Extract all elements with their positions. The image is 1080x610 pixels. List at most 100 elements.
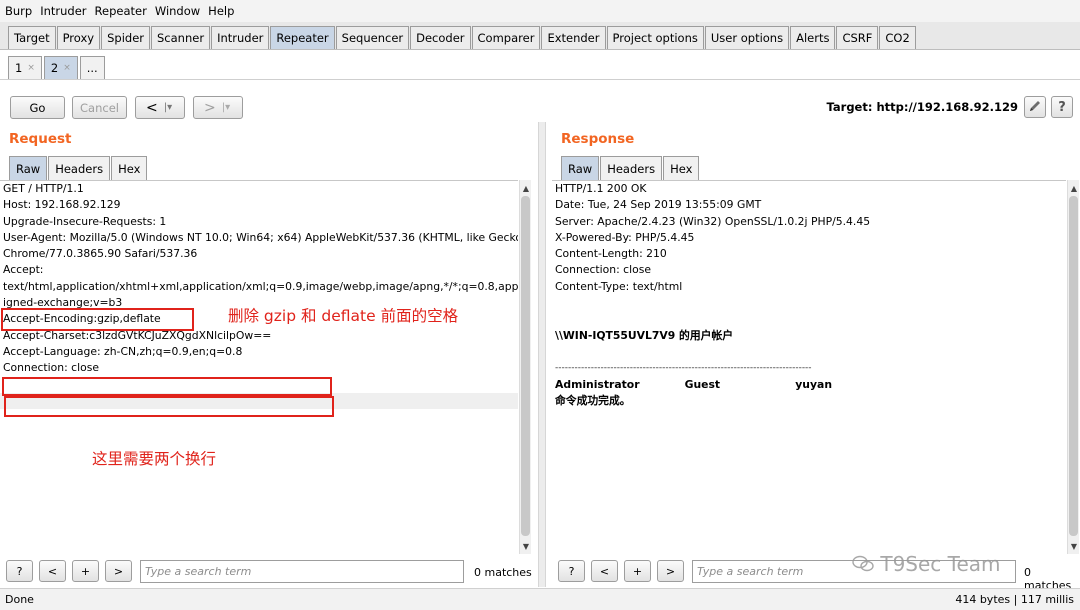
- target-label: Target: http://192.168.92.129: [826, 100, 1018, 114]
- request-line: Upgrade-Insecure-Requests: 1: [3, 214, 167, 228]
- response-line: Content-Length: 210: [555, 247, 667, 261]
- menu-repeater[interactable]: Repeater: [95, 4, 147, 18]
- tab-extender[interactable]: Extender: [541, 26, 606, 49]
- status-bar: Done 414 bytes | 117 millis: [0, 588, 1080, 610]
- scroll-down-icon[interactable]: ▼: [1068, 540, 1080, 552]
- menu-window[interactable]: Window: [155, 4, 200, 18]
- response-line: Server: Apache/2.4.23 (Win32) OpenSSL/1.…: [555, 214, 871, 228]
- edit-target-button[interactable]: [1024, 96, 1046, 118]
- response-title: Response: [561, 131, 635, 147]
- response-line: ----------------------------------------…: [555, 363, 812, 374]
- tab-scanner[interactable]: Scanner: [151, 26, 211, 49]
- back-button[interactable]: < |▾: [135, 96, 185, 119]
- chevron-left-icon: <: [146, 99, 158, 116]
- wechat-icon: [852, 552, 880, 576]
- annotation-box-newline-2: [4, 396, 334, 417]
- watermark: T9Sec Team: [852, 552, 1001, 576]
- request-line: GET / HTTP/1.1: [3, 182, 84, 195]
- response-line: Administrator Guest yuyan: [555, 377, 833, 391]
- cancel-button[interactable]: Cancel: [72, 96, 127, 119]
- response-line: 命令成功完成。: [555, 393, 631, 407]
- tab-repeater[interactable]: Repeater: [270, 26, 335, 49]
- go-button[interactable]: Go: [10, 96, 65, 119]
- response-stats: 414 bytes | 117 millis: [955, 593, 1074, 606]
- scroll-down-icon[interactable]: ▼: [520, 540, 532, 552]
- status-text: Done: [5, 593, 34, 606]
- close-icon[interactable]: ×: [27, 63, 35, 73]
- request-view-tabs: Raw Headers Hex: [9, 156, 148, 180]
- annotation-two-newlines: 这里需要两个换行: [92, 450, 217, 468]
- request-line: text/html,application/xhtml+xml,applicat…: [3, 279, 518, 293]
- tab-alerts[interactable]: Alerts: [790, 26, 836, 49]
- response-scrollbar[interactable]: ▲ ▼: [1067, 180, 1079, 554]
- response-line: \\WIN-IQT55UVL7V9 的用户帐户: [555, 328, 734, 342]
- tab-project-options[interactable]: Project options: [606, 26, 704, 49]
- tab-comparer[interactable]: Comparer: [471, 26, 541, 49]
- scroll-up-icon[interactable]: ▲: [1068, 182, 1080, 194]
- response-line: [552, 295, 1066, 311]
- main-tabs: Target Proxy Spider Scanner Intruder Rep…: [0, 22, 1080, 50]
- forward-button[interactable]: > |▾: [193, 96, 243, 119]
- annotation-box-encoding: [1, 308, 194, 331]
- request-match-count: 0 matches: [474, 566, 532, 579]
- response-tab-headers[interactable]: Headers: [600, 156, 663, 180]
- response-view-tabs: Raw Headers Hex: [561, 156, 700, 180]
- response-line: X-Powered-By: PHP/5.4.45: [555, 230, 695, 244]
- request-line: Host: 192.168.92.129: [3, 198, 121, 212]
- search-help-button[interactable]: ?: [558, 560, 585, 582]
- annotation-box-newline-1: [2, 377, 332, 396]
- request-search-input[interactable]: Type a search term: [140, 560, 464, 583]
- annotation-remove-spaces: 删除 gzip 和 deflate 前面的空格: [228, 307, 459, 325]
- request-tab-hex[interactable]: Hex: [111, 156, 148, 180]
- request-tab-headers[interactable]: Headers: [48, 156, 111, 180]
- search-help-button[interactable]: ?: [6, 560, 33, 582]
- response-tab-hex[interactable]: Hex: [663, 156, 700, 180]
- search-next-button[interactable]: >: [657, 560, 684, 582]
- repeater-tab-new[interactable]: ...: [79, 56, 105, 79]
- tab-csrf[interactable]: CSRF: [836, 26, 879, 49]
- tab-target[interactable]: Target: [8, 26, 56, 49]
- search-options-button[interactable]: +: [624, 560, 651, 582]
- tab-spider[interactable]: Spider: [101, 26, 150, 49]
- pencil-icon: [1028, 99, 1042, 116]
- repeater-tab-label: 2: [50, 61, 59, 75]
- request-tab-raw[interactable]: Raw: [9, 156, 48, 180]
- search-prev-button[interactable]: <: [591, 560, 618, 582]
- scroll-thumb[interactable]: [521, 196, 530, 536]
- request-line: User-Agent: Mozilla/5.0 (Windows NT 10.0…: [3, 230, 518, 244]
- tab-intruder[interactable]: Intruder: [211, 26, 270, 49]
- request-editor[interactable]: GET / HTTP/1.1 Host: 192.168.92.129 Upgr…: [0, 180, 518, 554]
- response-editor[interactable]: HTTP/1.1 200 OK Date: Tue, 24 Sep 2019 1…: [552, 180, 1066, 554]
- response-line: [552, 311, 1066, 327]
- chevron-right-icon: >: [204, 99, 216, 116]
- request-line: Chrome/77.0.3865.90 Safari/537.36: [3, 247, 198, 261]
- search-next-button[interactable]: >: [105, 560, 132, 582]
- tab-decoder[interactable]: Decoder: [410, 26, 471, 49]
- history-dropdown-icon[interactable]: |▾: [164, 102, 172, 113]
- response-line: Connection: close: [555, 263, 651, 277]
- response-tab-raw[interactable]: Raw: [561, 156, 600, 180]
- response-line: Content-Type: text/html: [555, 279, 683, 293]
- repeater-tab-2[interactable]: 2 ×: [43, 56, 78, 79]
- request-line: Connection: close: [3, 361, 99, 375]
- search-prev-button[interactable]: <: [39, 560, 66, 582]
- panel-splitter[interactable]: [538, 122, 546, 587]
- close-icon[interactable]: ×: [63, 63, 71, 73]
- menu-help[interactable]: Help: [208, 4, 234, 18]
- repeater-tab-label: 1: [15, 61, 23, 75]
- help-button[interactable]: ?: [1051, 96, 1073, 118]
- request-scrollbar[interactable]: ▲ ▼: [519, 180, 531, 554]
- tab-proxy[interactable]: Proxy: [56, 26, 101, 49]
- history-dropdown-icon[interactable]: |▾: [222, 102, 230, 113]
- request-line: Accept:: [3, 263, 44, 277]
- scroll-thumb[interactable]: [1069, 196, 1078, 536]
- search-options-button[interactable]: +: [72, 560, 99, 582]
- repeater-tab-1[interactable]: 1 ×: [8, 56, 42, 79]
- request-line: Accept-Language: zh-CN,zh;q=0.9,en;q=0.8: [3, 344, 243, 358]
- menu-intruder[interactable]: Intruder: [40, 4, 86, 18]
- tab-co2[interactable]: CO2: [879, 26, 916, 49]
- menu-burp[interactable]: Burp: [5, 4, 32, 18]
- tab-user-options[interactable]: User options: [704, 26, 790, 49]
- tab-sequencer[interactable]: Sequencer: [335, 26, 410, 49]
- scroll-up-icon[interactable]: ▲: [520, 182, 532, 194]
